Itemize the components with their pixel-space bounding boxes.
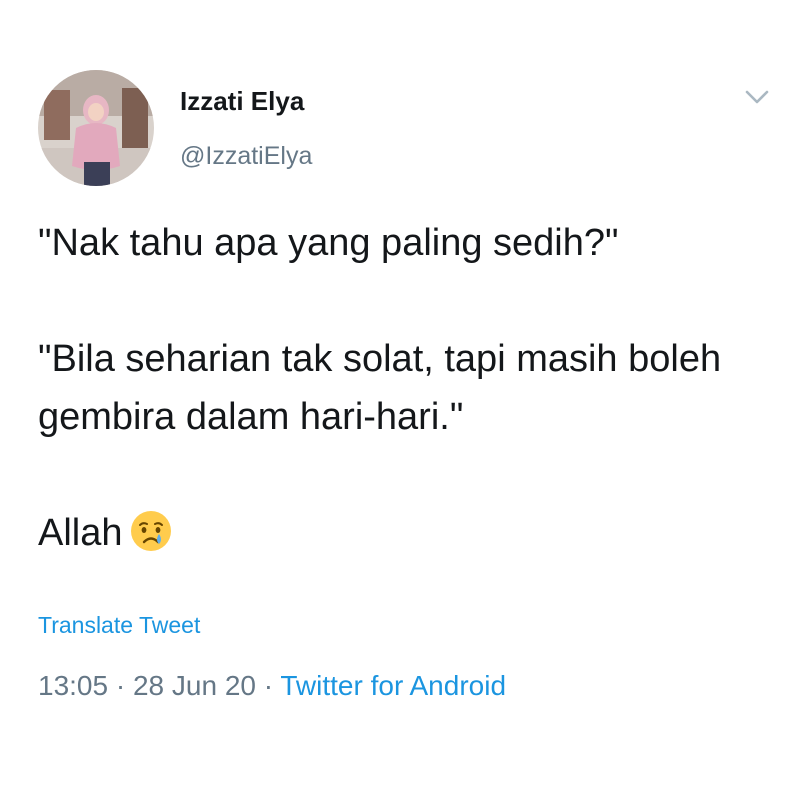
display-name[interactable]: Izzati Elya	[180, 86, 304, 117]
tweet-closing-word: Allah	[38, 512, 123, 554]
tweet-card: Izzati Elya @IzzatiElya "Nak tahu apa ya…	[0, 0, 800, 800]
tweet-source-link[interactable]: Twitter for Android	[280, 670, 506, 701]
tweet-meta: 13:05 · 28 Jun 20 · Twitter for Android	[38, 670, 506, 702]
tweet-text: "Nak tahu apa yang paling sedih?" "Bila …	[38, 214, 778, 562]
avatar-photo	[38, 70, 154, 186]
tweet-line-answer: "Bila seharian tak solat, tapi masih bol…	[38, 338, 722, 438]
tweet-date: 28 Jun 20	[132, 670, 256, 701]
avatar[interactable]	[38, 70, 154, 186]
tweet-time: 13:05	[38, 670, 109, 701]
user-handle[interactable]: @IzzatiElya	[180, 142, 312, 171]
meta-separator: ·	[115, 670, 126, 701]
translate-tweet-link[interactable]: Translate Tweet	[38, 612, 200, 639]
tweet-line-question: "Nak tahu apa yang paling sedih?"	[38, 222, 619, 264]
crying-face-emoji-icon	[129, 509, 173, 553]
meta-separator: ·	[263, 670, 274, 701]
tweet-line-closing: Allah	[38, 504, 778, 562]
chevron-down-icon[interactable]	[744, 88, 770, 106]
